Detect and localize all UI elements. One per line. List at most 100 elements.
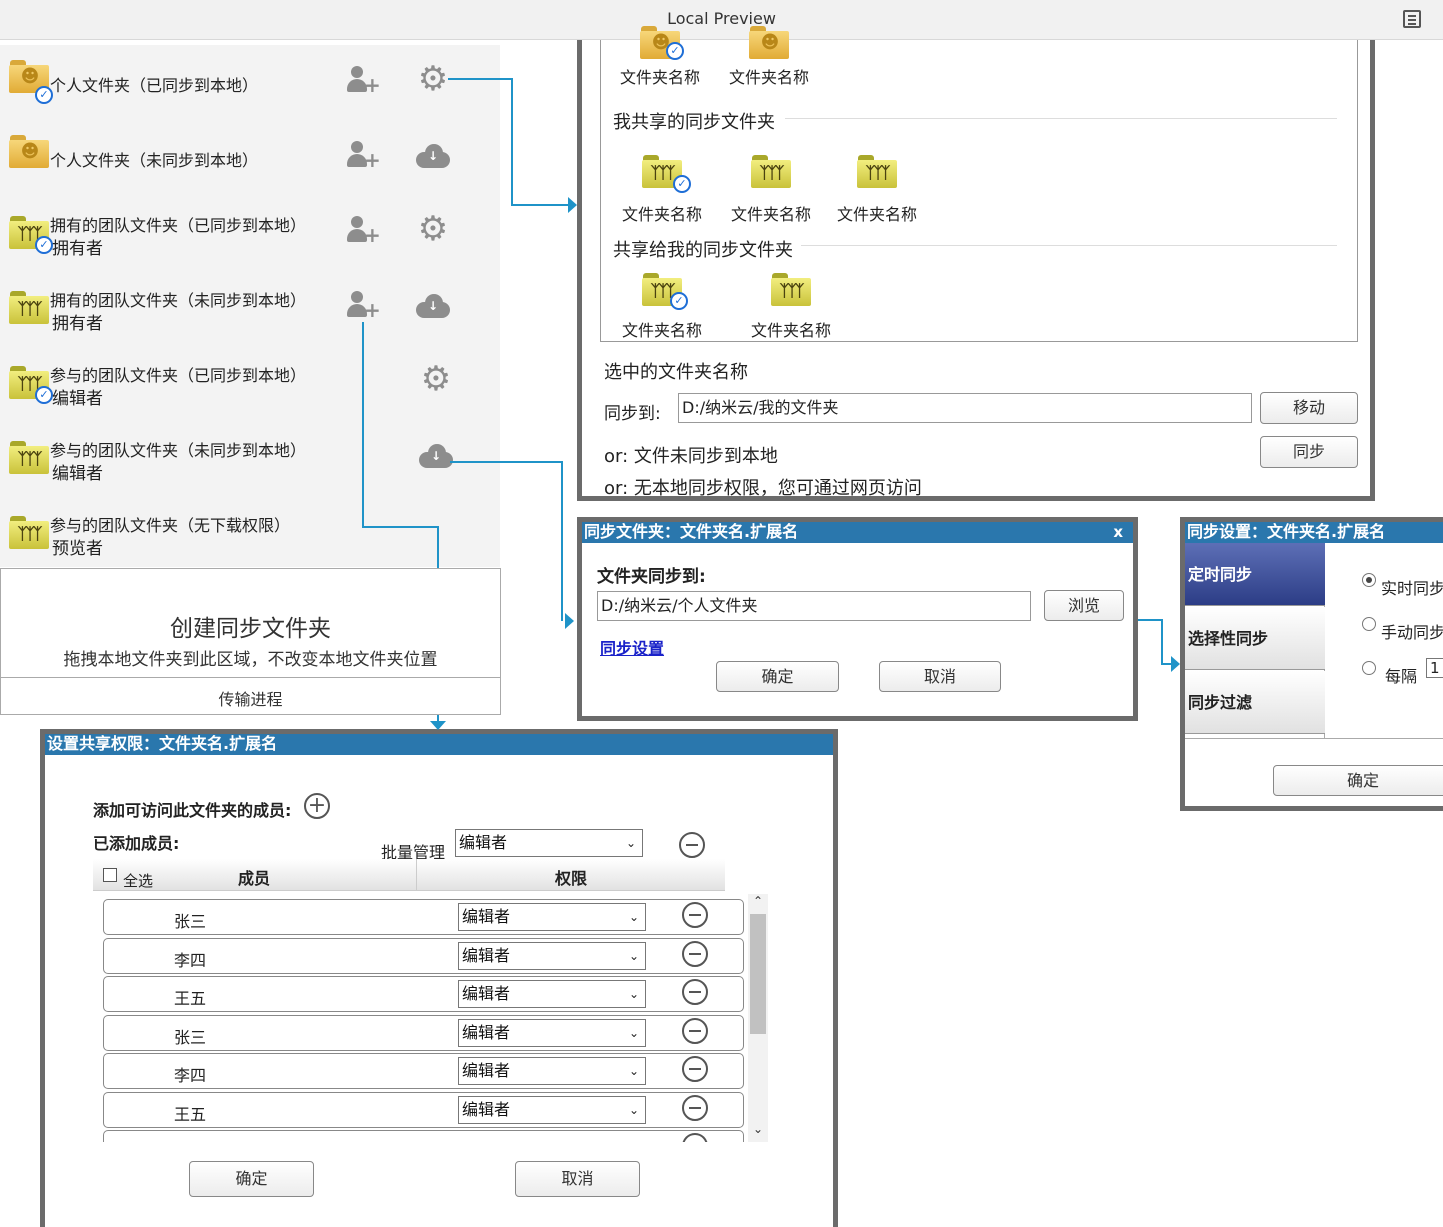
sync-settings-link[interactable]: 同步设置 [600,635,664,659]
member-permission-select[interactable]: 编辑者 ⌄ [458,903,646,931]
team-folder-icon: ᛉᛉᛉ ✓ [9,366,53,404]
cancel-button[interactable]: 取消 [515,1161,640,1197]
connector-line [450,461,562,463]
scroll-up-icon[interactable]: ⌃ [748,894,768,912]
menu-icon[interactable] [1403,10,1421,28]
member-row[interactable]: 王五 编辑者 ⌄ [103,1092,744,1128]
remove-member-icon[interactable] [682,1018,708,1044]
folder-row[interactable]: ᛉᛉᛉ 拥有的团队文件夹（未同步到本地） 拥有者 + ↓ [0,275,500,335]
select-all-checkbox[interactable] [103,868,117,882]
remove-member-icon[interactable] [682,941,708,967]
folder-row[interactable]: ᛉᛉᛉ 参与的团队文件夹（未同步到本地） 编辑者 ↓ [0,425,500,485]
connector-line [511,204,571,206]
member-row[interactable]: 张三 编辑者 ⌄ [103,899,744,935]
folder-item[interactable]: ᛉᛉᛉ ✓ 文件夹名称 [607,273,717,343]
folder-item[interactable]: ᛉᛉᛉ 文件夹名称 [716,155,826,225]
folder-row[interactable]: ☻ 个人文件夹（未同步到本地） + ↓ [0,125,500,185]
tab-scheduled-sync[interactable]: 定时同步 [1185,543,1325,606]
folder-row[interactable]: ᛉᛉᛉ 参与的团队文件夹（无下载权限） 预览者 [0,500,500,560]
remove-member-icon[interactable] [682,979,708,1005]
member-permission-select[interactable]: 编辑者 ⌄ [458,980,646,1008]
gear-icon[interactable]: ⚙ [416,212,450,246]
remove-member-icon[interactable] [682,1095,708,1121]
remove-member-icon[interactable] [682,902,708,928]
member-row[interactable]: 张三 编辑者 ⌄ [103,1015,744,1051]
manual-sync-radio[interactable] [1362,617,1376,631]
dialog-title: 同步文件夹：文件夹名.扩展名 [584,522,799,541]
browse-button[interactable]: 浏览 [1044,590,1124,621]
add-member-icon[interactable]: + [347,141,381,170]
folder-name: 文件夹名称 [619,68,700,87]
tab-selective-sync[interactable]: 选择性同步 [1185,607,1325,670]
interval-input[interactable]: 1 [1426,658,1443,678]
interval-sync-radio[interactable] [1362,661,1376,675]
team-folder-icon: ᛉᛉᛉ ✓ [9,216,53,254]
folder-label: 参与的团队文件夹（未同步到本地） [50,441,307,460]
sync-button[interactable]: 同步 [1260,436,1358,468]
synced-check-icon: ✓ [670,292,688,310]
member-permission-select[interactable]: 编辑者 ⌄ [458,942,646,970]
add-member-icon[interactable]: + [347,291,381,320]
cancel-button[interactable]: 取消 [879,661,1001,692]
download-icon[interactable]: ↓ [416,143,450,169]
folder-role: 拥有者 [52,314,103,334]
add-member-icon[interactable]: + [347,66,381,95]
divider [416,859,417,891]
close-icon[interactable]: x [1113,522,1123,542]
ok-button[interactable]: 确定 [189,1161,314,1197]
sync-settings-dialog: 同步设置：文件夹名.扩展名 定时同步 选择性同步 同步过滤 实时同步 手动同步 … [1180,517,1443,811]
sync-path-input[interactable]: D:/纳米云/个人文件夹 [597,591,1031,621]
bulk-permission-select[interactable]: 编辑者 ⌄ [455,829,643,857]
folder-role: 拥有者 [52,239,103,259]
member-permission-select[interactable]: 编辑者 ⌄ [458,1057,646,1085]
add-member-icon[interactable]: + [304,793,330,819]
bulk-remove-icon[interactable] [679,832,705,858]
folder-row[interactable]: ᛉᛉᛉ ✓ 参与的团队文件夹（已同步到本地） 编辑者 ⚙ [0,350,500,410]
folder-item[interactable]: ᛉᛉᛉ 文件夹名称 [822,155,932,225]
folder-item[interactable]: ☻ 文件夹名称 [714,26,824,104]
member-permission-select[interactable]: 编辑者 ⌄ [458,1019,646,1047]
member-row[interactable]: 李四 编辑者 ⌄ [103,1053,744,1089]
folder-name: 文件夹名称 [621,205,702,224]
transfer-progress-link[interactable]: 传输进程 [1,686,500,710]
dropzone-subtitle: 拖拽本地文件夹到此区域，不改变本地文件夹位置 [63,650,438,670]
divider [1,677,500,678]
interval-sync-label: 每隔 [1385,667,1418,686]
gear-icon[interactable]: ⚙ [419,362,453,396]
create-sync-folder-dropzone[interactable]: 创建同步文件夹 拖拽本地文件夹到此区域，不改变本地文件夹位置 传输进程 [0,568,501,715]
gear-icon[interactable]: ⚙ [416,62,450,96]
member-row[interactable]: 李四 编辑者 ⌄ [103,938,744,974]
folder-row[interactable]: ☻ ✓ 个人文件夹（已同步到本地） + ⚙ [0,50,500,110]
remove-member-icon[interactable] [682,1133,708,1142]
folder-row[interactable]: ᛉᛉᛉ ✓ 拥有的团队文件夹（已同步到本地） 拥有者 + ⚙ [0,200,500,260]
download-icon[interactable]: ↓ [416,293,450,319]
member-permission-select[interactable]: 编辑者 ⌄ [458,1096,646,1124]
folder-name: 文件夹名称 [730,205,811,224]
scrollbar-thumb[interactable] [750,914,766,1034]
ok-button[interactable]: 确定 [716,661,839,692]
scroll-down-icon[interactable]: ⌄ [748,1122,768,1140]
move-button[interactable]: 移动 [1260,392,1358,424]
tab-sync-filter[interactable]: 同步过滤 [1185,671,1325,734]
add-member-icon[interactable]: + [347,216,381,245]
folder-item[interactable]: ᛉᛉᛉ ✓ 文件夹名称 [607,155,717,225]
divider [1185,738,1443,739]
member-row[interactable]: 王五 编辑者 ⌄ [103,976,744,1012]
folder-item[interactable]: ᛉᛉᛉ 文件夹名称 [736,273,846,343]
settings-tabs: 定时同步 选择性同步 同步过滤 [1185,543,1325,738]
added-members-label: 已添加成员: [93,834,180,853]
ok-button[interactable]: 确定 [1273,765,1443,796]
sync-to-path-input[interactable]: D:/纳米云/我的文件夹 [678,393,1252,423]
download-icon[interactable]: ↓ [419,443,453,469]
member-row[interactable] [103,1130,744,1142]
remove-member-icon[interactable] [682,1056,708,1082]
sync-folder-dialog: 同步文件夹：文件夹名.扩展名 x 文件夹同步到: D:/纳米云/个人文件夹 浏览… [577,517,1138,721]
member-list-scrollbar[interactable]: ⌃ ⌄ [748,894,768,1142]
folder-label: 个人文件夹（已同步到本地） [50,76,259,95]
member-name: 张三 [174,912,207,931]
chevron-down-icon: ⌄ [628,987,639,1001]
realtime-sync-radio[interactable] [1362,573,1376,587]
share-permission-dialog: 设置共享权限：文件夹名.扩展名 添加可访问此文件夹的成员: + 已添加成员: 批… [40,729,838,1227]
folder-item[interactable]: ☻ ✓ 文件夹名称 [605,26,715,104]
folder-label: 个人文件夹（未同步到本地） [50,151,259,170]
